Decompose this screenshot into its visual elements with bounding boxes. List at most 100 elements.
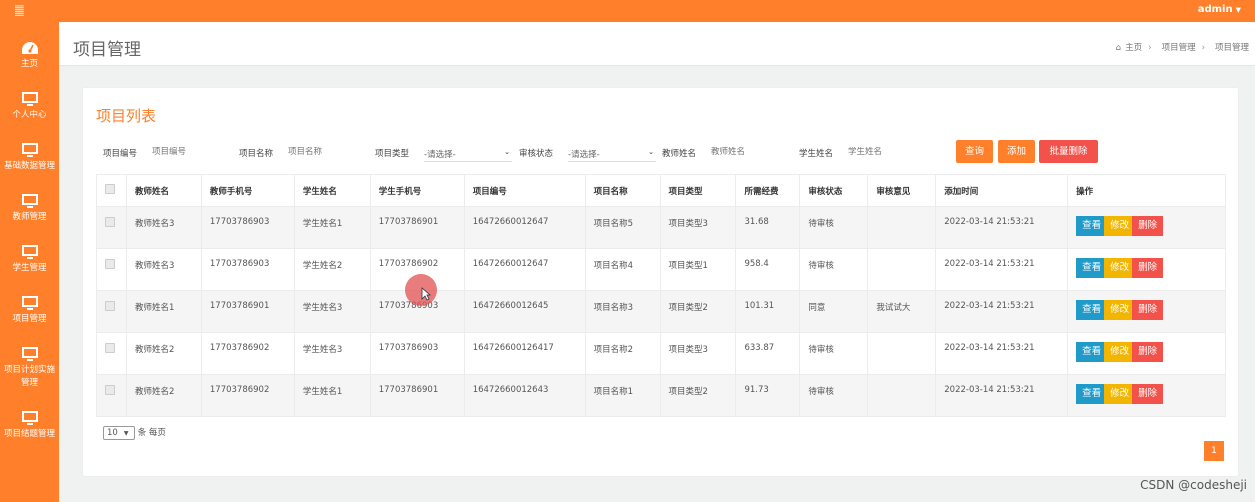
delete-button[interactable]: 删除 bbox=[1132, 216, 1164, 236]
table-cell: 2022-03-14 21:53:21 bbox=[935, 206, 1069, 249]
monitor-icon bbox=[21, 347, 38, 361]
breadcrumb-home[interactable]: 主页 bbox=[1125, 43, 1142, 53]
sidebar-item-plan-implementation[interactable]: 项目计划实施 管理 bbox=[0, 340, 59, 404]
row-checkbox[interactable] bbox=[105, 217, 115, 227]
search-form: 项目编号 项目名称 项目类型 -请选择- ⌄ 审核状态 -请选择- ⌄ 教师姓名 学… bbox=[103, 140, 1223, 166]
column-header[interactable]: 添加时间 bbox=[935, 174, 1069, 207]
audit-status-label: 审核状态 bbox=[519, 149, 554, 159]
view-button[interactable]: 查看 bbox=[1076, 342, 1108, 362]
breadcrumb-parent[interactable]: 项目管理 bbox=[1162, 43, 1196, 53]
delete-button[interactable]: 删除 bbox=[1132, 258, 1164, 278]
table-cell: 待审核 bbox=[799, 374, 869, 417]
edit-button[interactable]: 修改 bbox=[1104, 258, 1136, 278]
page-size-value: 10 bbox=[107, 428, 118, 438]
row-checkbox[interactable] bbox=[105, 259, 115, 269]
query-button[interactable]: 查询 bbox=[956, 140, 993, 163]
sidebar-item-profile[interactable]: 个人中心 bbox=[0, 85, 59, 135]
project-no-label: 项目编号 bbox=[103, 149, 138, 159]
page-title: 项目管理 bbox=[73, 40, 141, 60]
table-cell: 教师姓名3 bbox=[125, 248, 202, 291]
table-cell bbox=[867, 206, 937, 249]
table-cell: 项目名称4 bbox=[584, 248, 661, 291]
edit-button[interactable]: 修改 bbox=[1104, 216, 1136, 236]
table-cell bbox=[867, 374, 937, 417]
row-actions: 查看 修改 删除 bbox=[1067, 248, 1226, 291]
delete-button[interactable]: 删除 bbox=[1132, 300, 1164, 320]
column-header[interactable]: 项目类型 bbox=[659, 174, 737, 207]
column-header[interactable]: 学生手机号 bbox=[369, 174, 465, 207]
project-no-input[interactable] bbox=[152, 147, 222, 157]
column-header[interactable]: 审核意见 bbox=[867, 174, 937, 207]
edit-button[interactable]: 修改 bbox=[1104, 342, 1136, 362]
table-cell: 17703786902 bbox=[200, 332, 295, 375]
view-button[interactable]: 查看 bbox=[1076, 384, 1108, 404]
table-cell: 958.4 bbox=[735, 248, 801, 291]
table-cell: 项目类型2 bbox=[659, 290, 737, 333]
batch-delete-button[interactable]: 批量删除 bbox=[1039, 140, 1098, 163]
select-all-checkbox[interactable] bbox=[105, 184, 115, 194]
row-select-cell bbox=[96, 374, 127, 417]
table-cell: 教师姓名3 bbox=[125, 206, 202, 249]
column-header: 操作 bbox=[1067, 174, 1226, 207]
sidebar-item-home[interactable]: 主页 bbox=[0, 34, 59, 84]
add-button[interactable]: 添加 bbox=[998, 140, 1035, 163]
view-button[interactable]: 查看 bbox=[1076, 300, 1108, 320]
sidebar-item-label-line2: 管理 bbox=[20, 378, 38, 388]
delete-button[interactable]: 删除 bbox=[1132, 342, 1164, 362]
table-cell: 教师姓名2 bbox=[125, 332, 202, 375]
table-cell: 2022-03-14 21:53:21 bbox=[935, 332, 1069, 375]
student-name-input[interactable] bbox=[848, 147, 918, 157]
column-header[interactable]: 教师姓名 bbox=[125, 174, 202, 207]
table-cell: 待审核 bbox=[799, 206, 869, 249]
column-header[interactable]: 项目编号 bbox=[463, 174, 586, 207]
panel-title: 项目列表 bbox=[96, 107, 157, 125]
breadcrumb-separator: › bbox=[1148, 43, 1152, 53]
row-select-cell bbox=[96, 290, 127, 333]
row-select-cell bbox=[96, 332, 127, 375]
table-cell: 项目名称5 bbox=[584, 206, 661, 249]
table-cell: 17703786903 bbox=[200, 248, 295, 291]
view-button[interactable]: 查看 bbox=[1076, 258, 1108, 278]
row-actions: 查看 修改 删除 bbox=[1067, 374, 1226, 417]
top-bar: ䷀ admin ▼ bbox=[0, 0, 1255, 22]
edit-button[interactable]: 修改 bbox=[1104, 384, 1136, 404]
project-type-select[interactable]: -请选择- ⌄ bbox=[424, 146, 512, 162]
table-cell: 同意 bbox=[799, 290, 869, 333]
monitor-icon bbox=[21, 296, 38, 310]
sidebar-item-base-data[interactable]: 基础数据管理 bbox=[0, 136, 59, 186]
view-button[interactable]: 查看 bbox=[1076, 216, 1108, 236]
edit-button[interactable]: 修改 bbox=[1104, 300, 1136, 320]
row-checkbox[interactable] bbox=[105, 301, 115, 311]
teacher-name-label: 教师姓名 bbox=[662, 149, 697, 159]
column-header[interactable]: 审核状态 bbox=[799, 174, 869, 207]
home-icon: ⌂ bbox=[1115, 43, 1122, 53]
column-header[interactable]: 教师手机号 bbox=[200, 174, 295, 207]
table-cell: 17703786901 bbox=[369, 374, 465, 417]
page-button-current[interactable]: 1 bbox=[1204, 441, 1224, 461]
monitor-icon bbox=[21, 411, 38, 425]
sidebar-item-conclusion[interactable]: 项目结题管理 bbox=[0, 404, 59, 454]
page-size-select[interactable]: 10 ▼ bbox=[103, 426, 135, 440]
sidebar-item-students[interactable]: 学生管理 bbox=[0, 238, 59, 288]
column-header[interactable]: 学生姓名 bbox=[293, 174, 371, 207]
sidebar-item-projects[interactable]: 项目管理 bbox=[0, 289, 59, 339]
column-header[interactable]: 所需经费 bbox=[735, 174, 801, 207]
project-name-input[interactable] bbox=[288, 147, 358, 157]
sidebar-item-label: 学生管理 bbox=[12, 263, 47, 273]
delete-button[interactable]: 删除 bbox=[1132, 384, 1164, 404]
monitor-icon bbox=[21, 194, 38, 208]
chevron-down-icon: ▼ bbox=[123, 430, 129, 437]
project-type-label: 项目类型 bbox=[375, 149, 410, 159]
user-menu[interactable]: admin ▼ bbox=[1198, 4, 1241, 15]
teacher-name-input[interactable] bbox=[711, 147, 781, 157]
column-header[interactable]: 项目名称 bbox=[584, 174, 661, 207]
row-checkbox[interactable] bbox=[105, 343, 115, 353]
table-row: 教师姓名2 17703786902 学生姓名1 17703786901 16472660… bbox=[96, 374, 1226, 417]
table-cell: 633.87 bbox=[735, 332, 801, 375]
row-checkbox[interactable] bbox=[105, 385, 115, 395]
row-actions: 查看 修改 删除 bbox=[1067, 332, 1226, 375]
table-cell: 项目类型1 bbox=[659, 248, 737, 291]
audit-status-select[interactable]: -请选择- ⌄ bbox=[568, 146, 656, 162]
sidebar-item-label: 项目管理 bbox=[12, 314, 47, 324]
sidebar-item-teachers[interactable]: 教师管理 bbox=[0, 187, 59, 237]
